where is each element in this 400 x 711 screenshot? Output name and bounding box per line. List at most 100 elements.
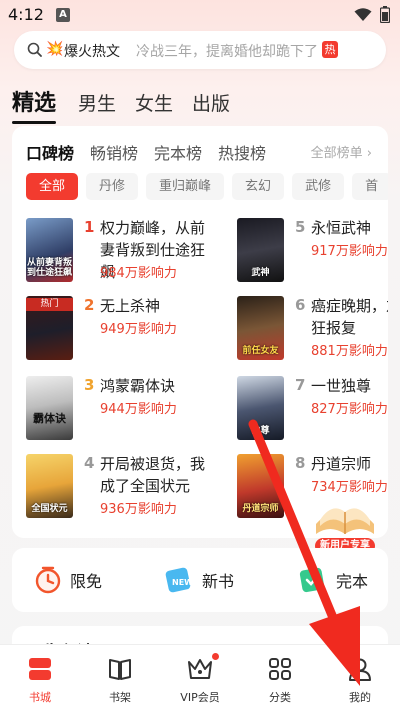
book-cover: 霸体诀 — [26, 376, 73, 440]
cover-title: 霸体诀 — [33, 412, 66, 425]
shortcut-label: 限免 — [70, 572, 103, 591]
ranking-tabs: 口碑榜 畅销榜 完本榜 热搜榜 — [26, 140, 282, 164]
nav-category[interactable]: 分类 — [240, 653, 320, 705]
status-time: 4:12 — [8, 5, 44, 24]
book-cover: 丹道宗师 — [237, 454, 284, 518]
cover-title: 全国状元 — [31, 504, 68, 514]
battery-icon — [380, 6, 390, 23]
book-item[interactable]: 前任女友 6 癌症晚期，友疯狂报复 881万影响力 — [237, 296, 388, 364]
new-book-icon: NEW — [165, 567, 193, 593]
book-item[interactable]: 武神 5 永恒武神 917万影响力 — [237, 218, 388, 286]
tab-bestseller-rank[interactable]: 畅销榜 — [90, 140, 138, 164]
book-cover: 全国状元 — [26, 454, 73, 518]
chip-all[interactable]: 全部 — [26, 173, 79, 200]
nav-profile[interactable]: 我的 — [320, 653, 400, 705]
nav-label: VIP会员 — [180, 691, 220, 704]
book-cover: 热门 — [26, 296, 73, 360]
clock-icon — [35, 566, 61, 594]
genre-chips: 全部 丹修 重归巅峰 玄幻 武修 首 — [26, 173, 388, 200]
profile-icon — [349, 658, 371, 681]
search-icon — [27, 42, 42, 57]
tab-reputation-rank[interactable]: 口碑榜 — [26, 140, 74, 164]
rank-number: 7 — [295, 376, 306, 394]
check-book-icon — [299, 567, 325, 593]
book-cover: 武神 — [237, 218, 284, 282]
chip-alchemy[interactable]: 丹修 — [86, 173, 139, 200]
tab-featured[interactable]: 精选 — [12, 92, 57, 124]
book-item[interactable]: 独尊 7 一世独尊 827万影响力 — [237, 376, 388, 444]
book-heat: 734万影响力 — [311, 480, 388, 495]
book-item[interactable]: 热门 2 无上杀神 949万影响力 — [26, 296, 202, 364]
chip-fantasy[interactable]: 玄幻 — [232, 173, 285, 200]
book-title: 鸿蒙霸体诀 — [100, 377, 176, 395]
search-hot-label: 爆火热文 — [64, 44, 120, 60]
book-item[interactable]: 霸体诀 3 鸿蒙霸体诀 944万影响力 — [26, 376, 202, 444]
crown-icon — [188, 659, 212, 679]
nav-bookshelf[interactable]: 书架 — [80, 653, 160, 705]
book-title: 丹道宗师 — [311, 455, 372, 473]
cover-title: 丹道宗师 — [242, 504, 279, 514]
nav-label: 我的 — [349, 691, 371, 704]
bottom-nav: 书城 书架 VIP会员 分类 我的 — [0, 644, 400, 711]
open-book-icon — [316, 508, 374, 534]
book-title: 开局被退货，我成了全国状元 — [100, 455, 206, 495]
hot-badge: 热 — [322, 41, 338, 58]
bookstore-icon — [29, 658, 51, 680]
cover-title: 独尊 — [251, 426, 270, 436]
cover-title: 从前妻背叛到仕途狂飙 — [26, 258, 72, 278]
shortcut-label: 新书 — [202, 572, 235, 591]
bookshelf-icon — [109, 659, 131, 680]
book-cover: 从前妻背叛到仕途狂飙 — [26, 218, 73, 282]
book-heat: 984万影响力 — [100, 266, 177, 281]
rank-number: 1 — [84, 218, 95, 236]
nav-vip[interactable]: VIP会员 — [160, 653, 240, 705]
rank-number: 6 — [295, 296, 306, 314]
shortcut-completed[interactable]: 完本 — [298, 566, 368, 594]
tab-completed-rank[interactable]: 完本榜 — [154, 140, 202, 164]
shortcut-new-books[interactable]: NEW 新书 — [164, 566, 234, 594]
top-tabs: 精选 男生 女生 出版 — [12, 84, 249, 124]
rank-number: 5 — [295, 218, 306, 236]
all-rankings-link[interactable]: 全部榜单 › — [311, 142, 372, 161]
fire-icon: 💥 — [46, 41, 64, 57]
book-heat: 936万影响力 — [100, 502, 177, 517]
rank-number: 3 — [84, 376, 95, 394]
book-title: 癌症晚期，友疯狂报复 — [311, 297, 388, 337]
search-bar[interactable]: 💥 爆火热文 冷战三年，提离婚他却跪下了 热 — [14, 31, 386, 69]
book-heat: 827万影响力 — [311, 402, 388, 417]
rank-number: 4 — [84, 454, 95, 472]
status-bar: 4:12 A — [0, 0, 400, 30]
book-title: 一世独尊 — [311, 377, 372, 395]
nav-bookstore[interactable]: 书城 — [0, 653, 80, 705]
book-heat: 944万影响力 — [100, 402, 177, 417]
cover-title: 前任女友 — [242, 346, 279, 356]
tab-male[interactable]: 男生 — [78, 92, 116, 116]
tab-female[interactable]: 女生 — [135, 92, 173, 116]
shortcut-bar: 限免 NEW 新书 完本 — [12, 548, 388, 612]
book-cover: 前任女友 — [237, 296, 284, 360]
notification-dot — [212, 653, 219, 660]
new-user-gift-badge[interactable]: 新用户专享 — [312, 494, 378, 556]
shortcut-label: 完本 — [336, 572, 369, 591]
book-item[interactable]: 全国状元 4 开局被退货，我成了全国状元 936万影响力 — [26, 454, 205, 522]
rank-number: 8 — [295, 454, 306, 472]
svg-text:NEW: NEW — [172, 578, 193, 587]
cover-hot-tag: 热门 — [26, 298, 73, 311]
tab-hot-search-rank[interactable]: 热搜榜 — [218, 140, 266, 164]
rank-number: 2 — [84, 296, 95, 314]
chip-return-peak[interactable]: 重归巅峰 — [146, 173, 225, 200]
search-placeholder: 冷战三年，提离婚他却跪下了 — [136, 44, 318, 60]
book-heat: 949万影响力 — [100, 322, 177, 337]
book-heat: 881万影响力 — [311, 344, 388, 359]
nav-label: 分类 — [269, 691, 291, 704]
chip-more[interactable]: 首 — [352, 173, 388, 200]
notification-indicator-icon: A — [56, 8, 70, 22]
shortcut-free[interactable]: 限免 — [34, 566, 102, 594]
cover-title: 武神 — [251, 268, 270, 278]
book-title: 无上杀神 — [100, 297, 161, 315]
book-heat: 917万影响力 — [311, 244, 388, 259]
chip-martial[interactable]: 武修 — [292, 173, 345, 200]
book-item[interactable]: 从前妻背叛到仕途狂飙 1 权力巅峰，从前妻背叛到仕途狂飙 984万影响力 — [26, 218, 205, 286]
book-title: 永恒武神 — [311, 219, 372, 237]
tab-publishing[interactable]: 出版 — [192, 92, 230, 116]
